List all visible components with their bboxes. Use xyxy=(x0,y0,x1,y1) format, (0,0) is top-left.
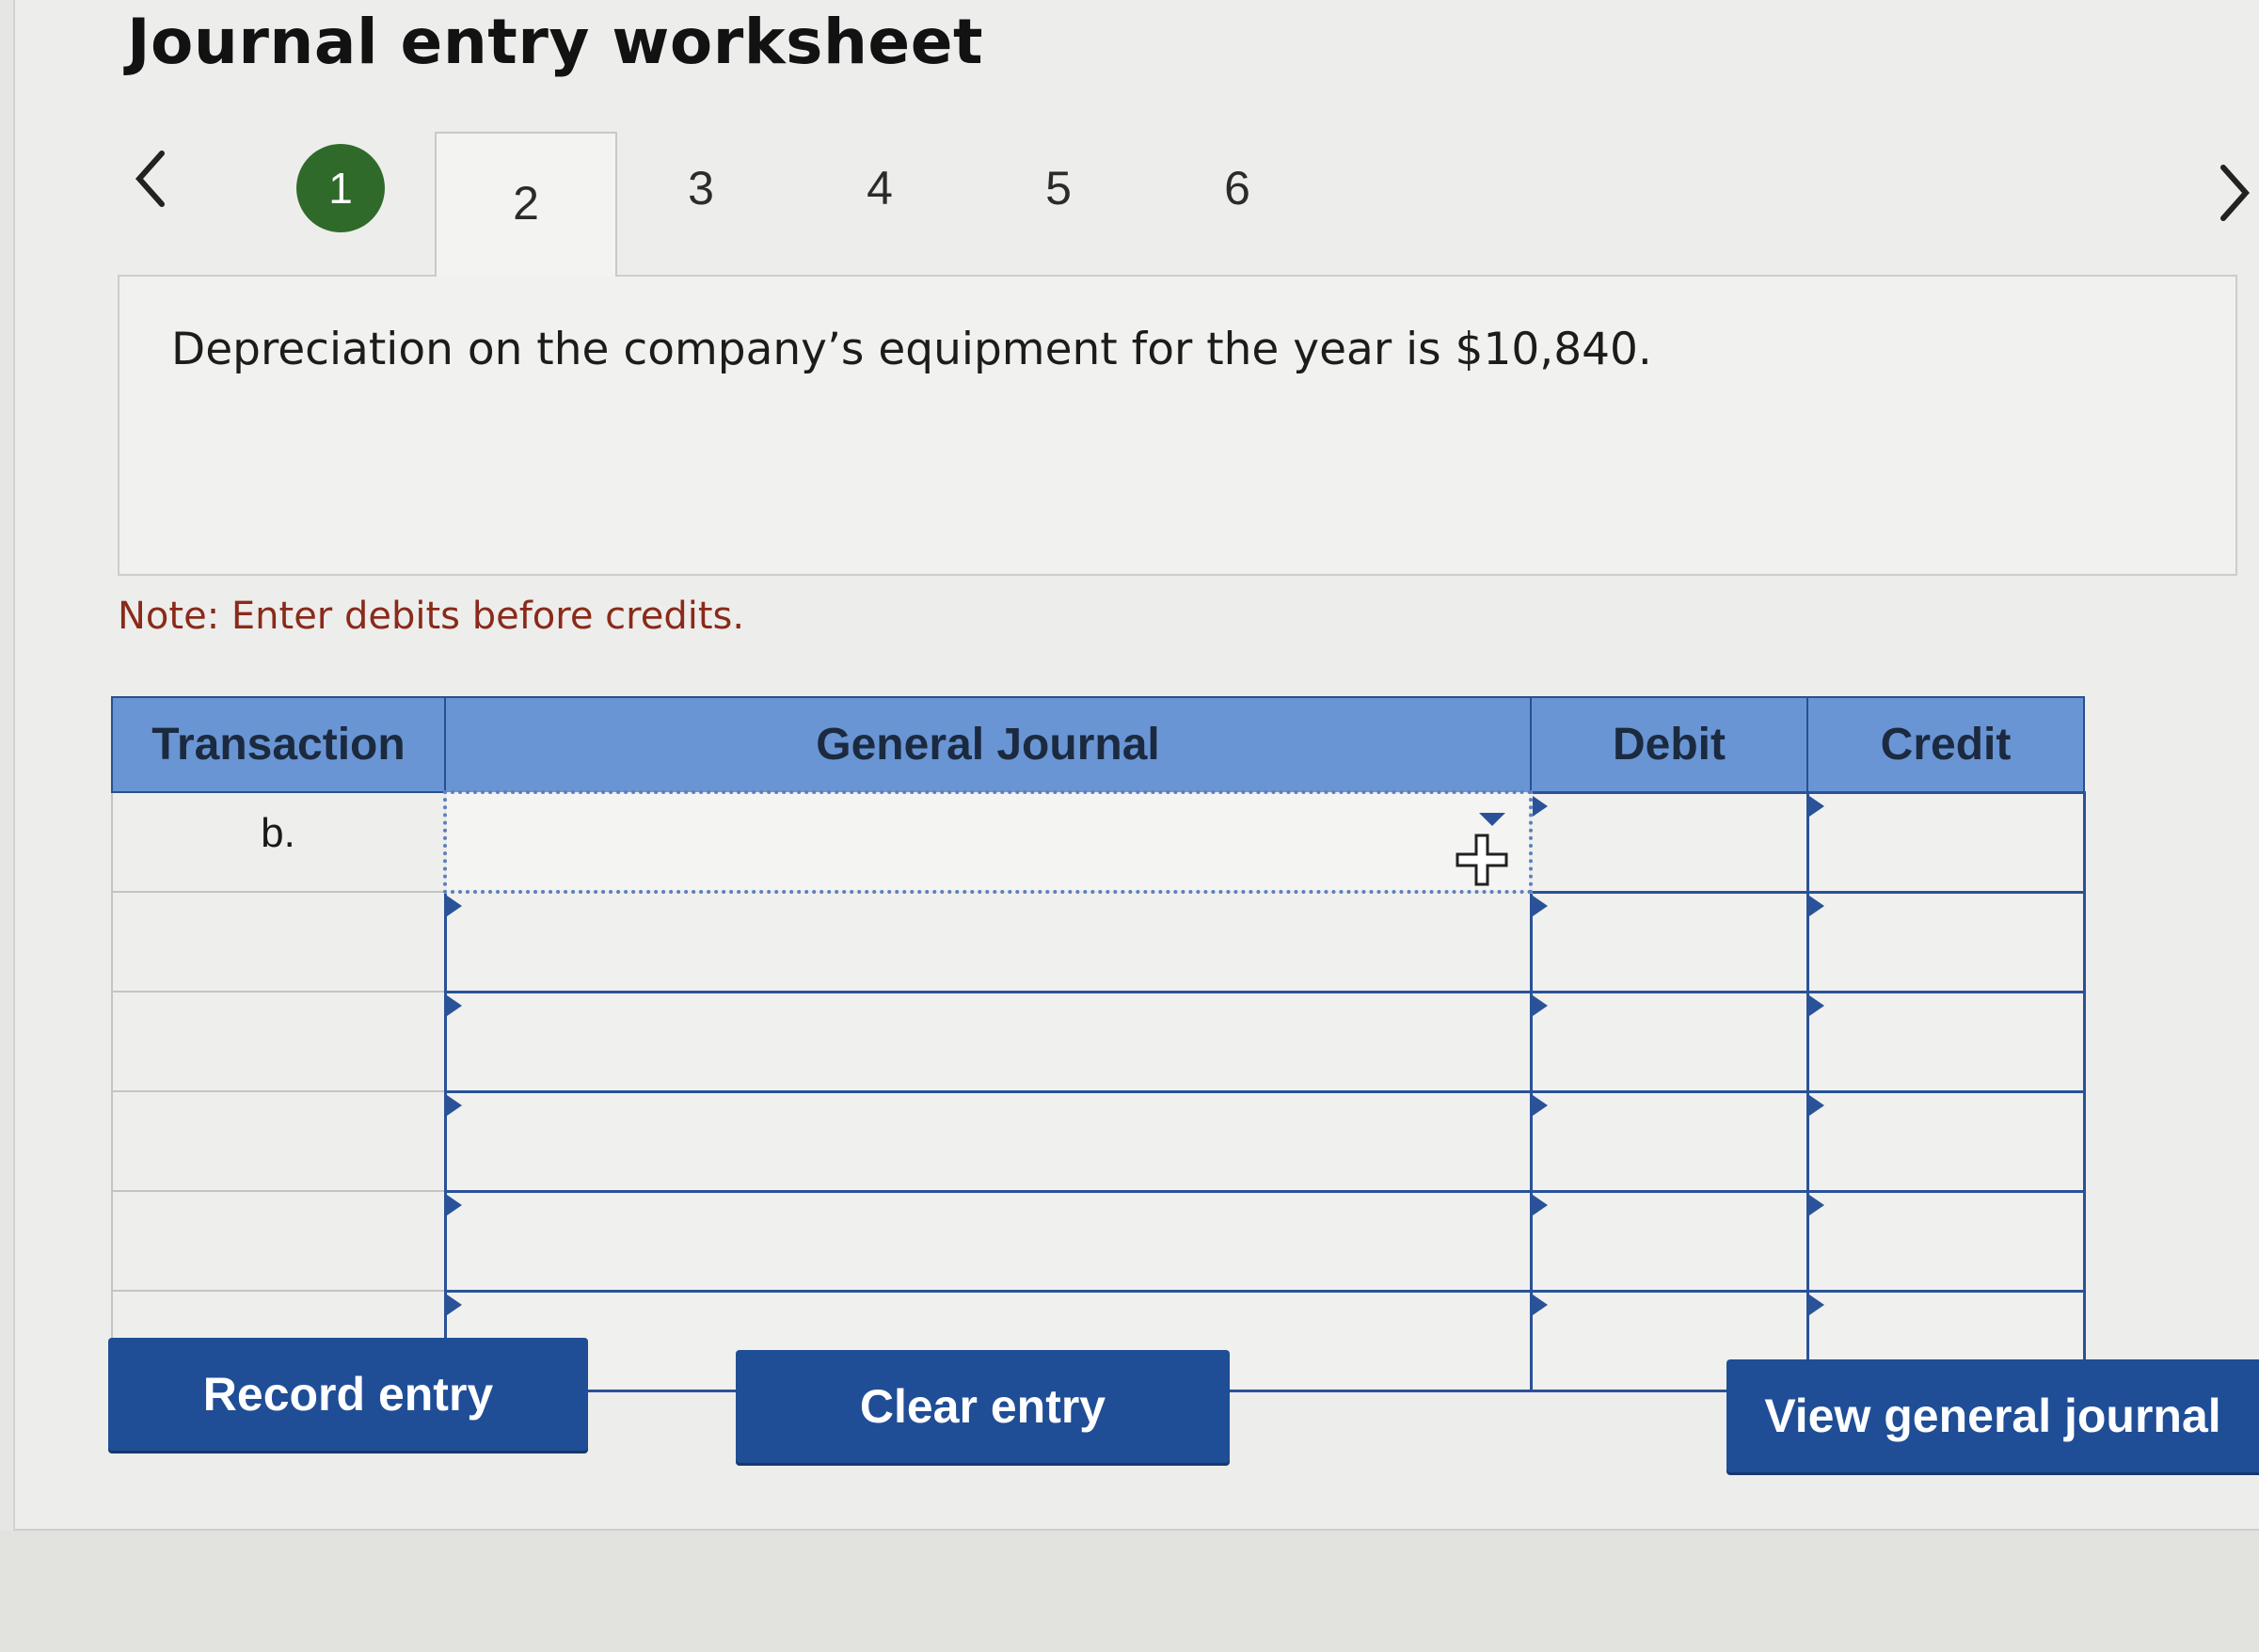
step-4-label: 4 xyxy=(867,162,893,214)
debit-input[interactable] xyxy=(1529,790,1809,894)
table-header-row: Transaction General Journal Debit Credit xyxy=(111,696,2085,793)
header-debit: Debit xyxy=(1530,696,1808,793)
table-row xyxy=(111,990,2086,1093)
step-1-label: 1 xyxy=(296,144,385,232)
transaction-cell xyxy=(111,891,446,993)
step-1[interactable]: 1 xyxy=(294,141,388,235)
step-2-label: 2 xyxy=(513,177,539,230)
account-select[interactable] xyxy=(443,890,1533,993)
account-select[interactable] xyxy=(443,990,1533,1093)
step-5[interactable]: 5 xyxy=(1011,141,1106,235)
header-transaction: Transaction xyxy=(111,696,446,793)
journal-entry-table: Transaction General Journal Debit Credit… xyxy=(111,696,2086,1392)
chevron-right-icon xyxy=(2220,165,2251,221)
account-select[interactable] xyxy=(443,790,1533,894)
record-entry-button[interactable]: Record entry xyxy=(108,1338,588,1451)
step-6-label: 6 xyxy=(1224,162,1250,214)
prev-step-button[interactable] xyxy=(122,141,179,216)
view-general-journal-button[interactable]: View general journal xyxy=(1726,1359,2259,1472)
step-2[interactable]: 2 xyxy=(435,132,617,277)
header-general-journal: General Journal xyxy=(444,696,1532,793)
account-select[interactable] xyxy=(443,1189,1533,1293)
transaction-cell xyxy=(111,1190,446,1292)
clear-entry-button[interactable]: Clear entry xyxy=(736,1350,1230,1463)
step-4[interactable]: 4 xyxy=(833,141,927,235)
page-title: Journal entry worksheet xyxy=(127,6,984,78)
table-row xyxy=(111,890,2086,993)
credit-input[interactable] xyxy=(1806,790,2086,894)
table-row: b. xyxy=(111,790,2086,894)
transaction-description: Depreciation on the company’s equipment … xyxy=(171,324,1652,375)
step-3[interactable]: 3 xyxy=(654,141,748,235)
transaction-cell xyxy=(111,991,446,1092)
description-box: Depreciation on the company’s equipment … xyxy=(118,275,2237,576)
debit-input[interactable] xyxy=(1529,990,1809,1093)
next-step-button[interactable] xyxy=(2206,155,2259,230)
credit-input[interactable] xyxy=(1806,1189,2086,1293)
account-select[interactable] xyxy=(443,1089,1533,1193)
transaction-cell: b. xyxy=(111,791,446,893)
chevron-left-icon xyxy=(135,151,165,207)
credit-input[interactable] xyxy=(1806,1089,2086,1193)
debit-input[interactable] xyxy=(1529,1189,1809,1293)
step-6[interactable]: 6 xyxy=(1190,141,1284,235)
credit-input[interactable] xyxy=(1806,890,2086,993)
table-row xyxy=(111,1089,2086,1193)
step-5-label: 5 xyxy=(1045,162,1072,214)
debit-input[interactable] xyxy=(1529,1089,1809,1193)
page-background-band xyxy=(0,1531,2259,1652)
entry-note: Note: Enter debits before credits. xyxy=(118,595,745,638)
move-cursor-icon xyxy=(1456,834,1508,886)
step-3-label: 3 xyxy=(688,162,714,214)
chevron-down-icon[interactable] xyxy=(1479,813,1505,826)
header-credit: Credit xyxy=(1806,696,2085,793)
table-row xyxy=(111,1189,2086,1293)
transaction-cell xyxy=(111,1090,446,1192)
credit-input[interactable] xyxy=(1806,990,2086,1093)
debit-input[interactable] xyxy=(1529,890,1809,993)
